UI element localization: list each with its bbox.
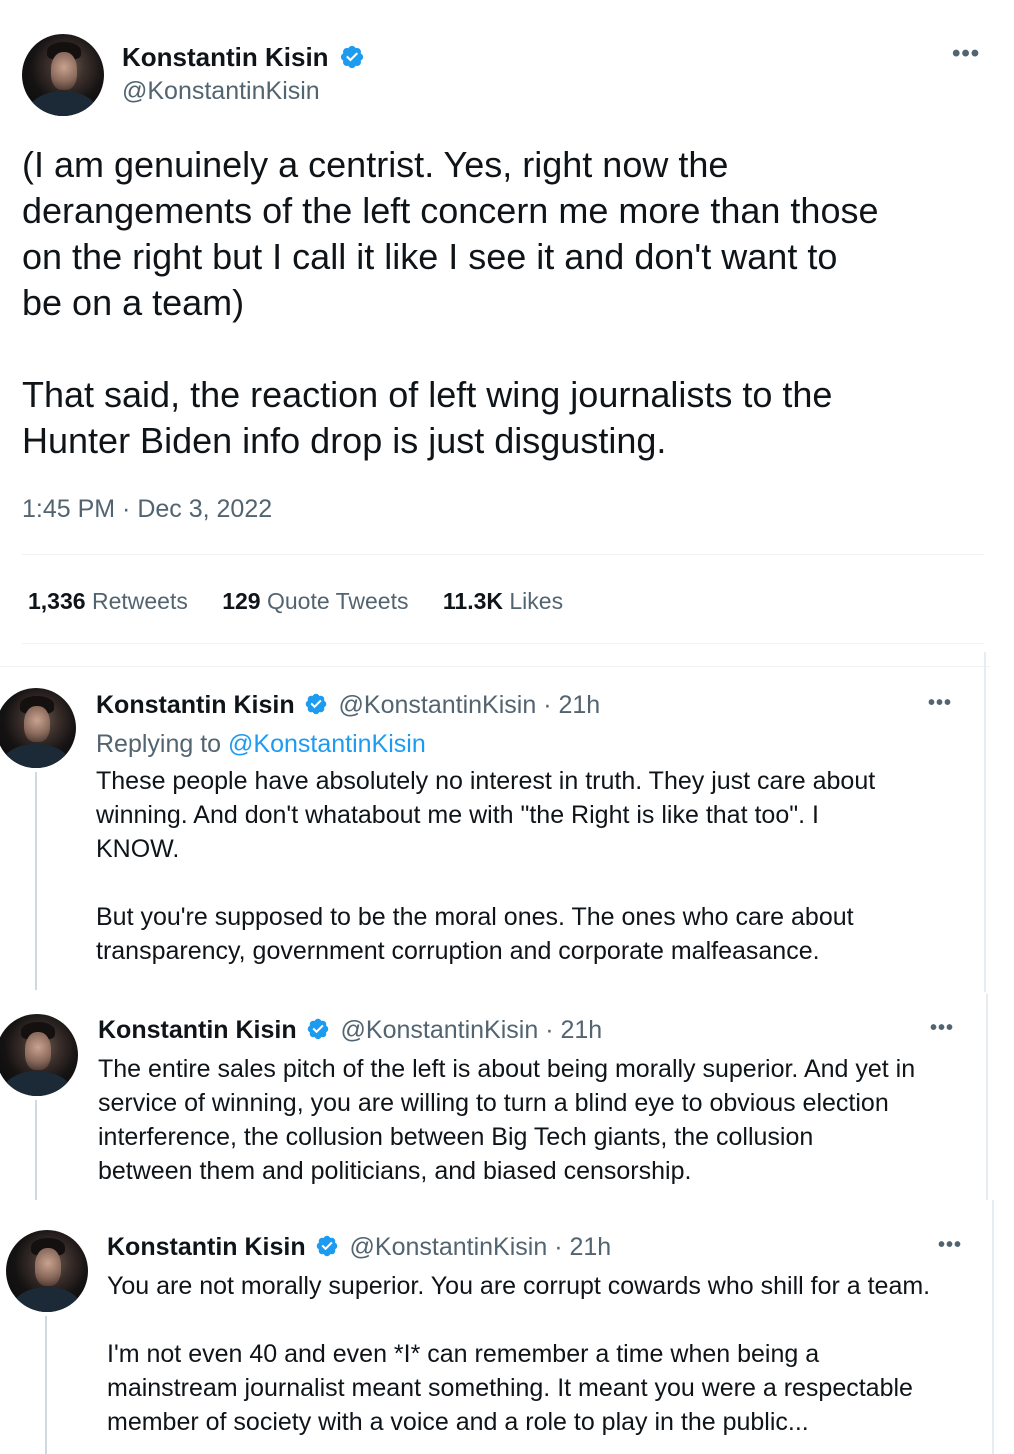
thread-connector-line [35,772,37,990]
retweets-stat[interactable]: 1,336 Retweets [28,588,194,614]
card-edge [986,994,988,1200]
author-handle[interactable]: @KonstantinKisin [339,691,537,719]
thread-connector-line [45,1316,47,1454]
author-handle[interactable]: @KonstantinKisin [122,76,320,106]
likes-stat[interactable]: 11.3K Likes [443,588,563,614]
tweet-text: These people have absolutely no interest… [96,767,876,965]
thread-connector-line [35,1100,37,1200]
reply-header: Konstantin Kisin @KonstantinKisin · 21h [98,1016,603,1044]
verified-badge-icon [305,694,326,715]
card-edge [992,1200,994,1454]
author-name[interactable]: Konstantin Kisin [122,42,329,72]
author-name[interactable]: Konstantin Kisin [96,691,295,719]
tweet-timestamp[interactable]: 1:45 PM · Dec 3, 2022 [22,494,272,524]
tweet-text: (I am genuinely a centrist. Yes, right n… [22,144,879,461]
more-options-icon[interactable]: ••• [938,1234,962,1257]
verified-badge-icon [340,46,363,69]
tweet-age[interactable]: 21h [569,1233,611,1261]
avatar[interactable] [0,688,76,768]
verified-badge-icon [316,1236,337,1257]
author-handle[interactable]: @KonstantinKisin [341,1016,539,1044]
replying-to-handle[interactable]: @KonstantinKisin [228,730,426,758]
divider [22,554,984,555]
divider [0,666,990,667]
replying-to: Replying to @KonstantinKisin [96,730,426,758]
more-options-icon[interactable]: ••• [930,1017,954,1040]
more-options-icon[interactable]: ••• [928,692,952,715]
tweet-age[interactable]: 21h [558,691,600,719]
quote-tweets-stat[interactable]: 129 Quote Tweets [222,588,415,614]
reply-header: Konstantin Kisin @KonstantinKisin · 21h [107,1233,612,1261]
card-edge [984,652,986,992]
avatar[interactable] [6,1230,88,1312]
engagement-stats: 1,336 Retweets 129 Quote Tweets 11.3K Li… [28,586,563,616]
author-name[interactable]: Konstantin Kisin [98,1016,297,1044]
tweet-text: The entire sales pitch of the left is ab… [98,1055,916,1185]
author-handle[interactable]: @KonstantinKisin [350,1233,548,1261]
more-options-icon[interactable]: ••• [952,40,980,68]
divider [22,643,984,644]
verified-badge-icon [307,1019,328,1040]
avatar[interactable] [22,34,104,116]
reply-header: Konstantin Kisin @KonstantinKisin · 21h [96,691,601,719]
author-name-row: Konstantin Kisin [122,42,365,72]
author-name[interactable]: Konstantin Kisin [107,1233,306,1261]
tweet-text: You are not morally superior. You are co… [107,1272,931,1436]
tweet-age[interactable]: 21h [560,1016,602,1044]
avatar[interactable] [0,1014,78,1096]
